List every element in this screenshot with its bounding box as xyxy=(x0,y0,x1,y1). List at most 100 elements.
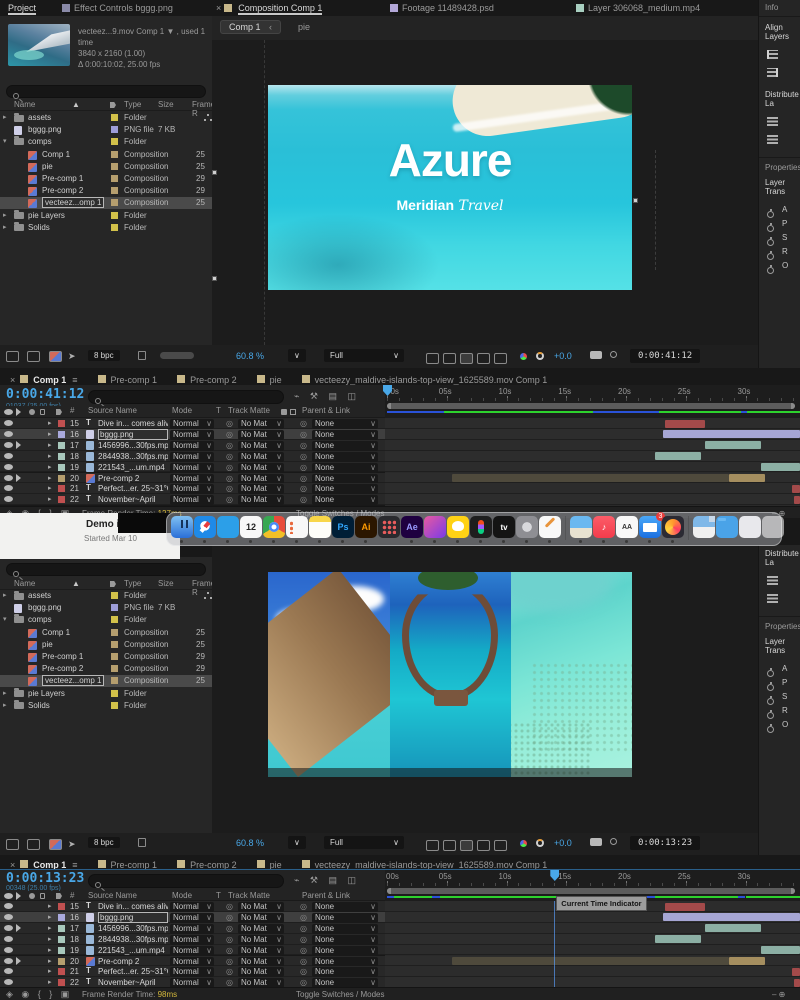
dock-app-finder[interactable] xyxy=(171,516,193,538)
matte-toggle2-icon[interactable] xyxy=(290,409,296,415)
layer-duration-bar[interactable] xyxy=(665,903,704,911)
parent-link-dropdown[interactable]: None∨ xyxy=(312,957,378,967)
properties-panel-tab[interactable]: Properties: xyxy=(759,158,800,172)
layer-row[interactable]: ▸22TNovember~AprilNormal∨◎No Mat∨◎None∨ xyxy=(0,977,385,987)
label-color-chip[interactable] xyxy=(58,496,65,503)
new-folder-icon[interactable] xyxy=(27,351,40,362)
layer-duration-bar[interactable] xyxy=(663,430,800,438)
timeline-search-input[interactable] xyxy=(88,874,284,888)
layer-duration-bar[interactable] xyxy=(729,474,765,482)
col-track-matte[interactable]: Track Matte xyxy=(228,891,270,900)
new-composition-icon[interactable] xyxy=(49,351,62,362)
work-area-bar[interactable] xyxy=(387,403,795,409)
track-matte-dropdown[interactable]: No Mat∨ xyxy=(238,902,284,912)
label-column-icon[interactable] xyxy=(110,102,116,108)
layer-duration-bar[interactable] xyxy=(761,946,800,954)
project-row[interactable]: Pre-comp 1Composition29 xyxy=(0,651,212,663)
eye-icon[interactable] xyxy=(4,936,13,942)
current-timecode[interactable]: 0:00:41:12 xyxy=(6,387,84,402)
label-color-chip[interactable] xyxy=(111,604,118,611)
eye-column-icon[interactable] xyxy=(4,409,13,415)
color-management-icon[interactable] xyxy=(536,352,544,360)
layer-duration-bar[interactable] xyxy=(705,441,761,449)
mode-dropdown[interactable]: Normal∨ xyxy=(170,946,214,956)
zoom-slider[interactable]: – ⊕ xyxy=(772,990,785,999)
parent-pickwhip-icon[interactable]: ◎ xyxy=(300,495,307,504)
stopwatch-icon[interactable] xyxy=(767,239,774,246)
twirl-icon[interactable]: ▸ xyxy=(3,701,7,709)
layer-row[interactable]: ▸22TNovember~AprilNormal∨◎No Mat∨◎None∨ xyxy=(0,494,385,505)
twirl-icon[interactable]: ▸ xyxy=(48,495,52,503)
parent-pickwhip-icon[interactable]: ◎ xyxy=(300,967,307,976)
selection-handle[interactable] xyxy=(633,198,638,203)
layer-row[interactable]: ▸16bggg.pngNormal∨◎No Mat∨◎None∨ xyxy=(0,912,385,923)
color-management-icon[interactable] xyxy=(536,839,544,847)
mode-dropdown[interactable]: Normal∨ xyxy=(170,935,214,945)
dock-app-photoshop[interactable]: Ps xyxy=(332,516,354,538)
exposure-value[interactable]: +0.0 xyxy=(554,838,572,848)
parent-link-dropdown[interactable]: None∨ xyxy=(312,902,378,912)
viewer-timecode[interactable]: 0:00:13:23 xyxy=(630,836,700,850)
col-source-name[interactable]: Source Name xyxy=(88,891,137,900)
trash-icon[interactable] xyxy=(138,351,146,360)
dock-app-cyberduck[interactable] xyxy=(447,516,469,538)
layer-duration-bar[interactable] xyxy=(792,485,800,493)
mode-dropdown[interactable]: Normal∨ xyxy=(170,441,214,451)
audio-column-icon[interactable] xyxy=(16,408,25,416)
label-color-chip[interactable] xyxy=(111,175,118,182)
parent-pickwhip-icon[interactable]: ◎ xyxy=(226,902,233,911)
audio-column-icon[interactable] xyxy=(16,892,25,900)
layer-row[interactable]: ▸182844938...30fps.mp4Normal∨◎No Mat∨◎No… xyxy=(0,934,385,945)
parent-pickwhip-icon[interactable]: ◎ xyxy=(226,463,233,472)
panel-scrollbar[interactable] xyxy=(160,352,194,359)
parent-link-dropdown[interactable]: None∨ xyxy=(312,430,378,440)
layer-duration-bar[interactable] xyxy=(794,496,800,504)
new-composition-icon[interactable] xyxy=(49,839,62,850)
show-snapshot-icon[interactable] xyxy=(610,838,617,845)
eye-icon[interactable] xyxy=(4,431,13,437)
layer-row[interactable]: ▸171456996...30fps.mp4Normal∨◎No Mat∨◎No… xyxy=(0,440,385,451)
dock-app-mail[interactable]: 3 xyxy=(639,516,661,538)
timeline-search-input[interactable] xyxy=(88,390,284,404)
timeline-view-icons[interactable]: ⌁ ⚒ ▤ ◫ xyxy=(294,875,360,886)
tab-project[interactable]: Project xyxy=(8,3,36,13)
twirl-icon[interactable]: ▸ xyxy=(48,484,52,492)
track-matte-dropdown[interactable]: No Mat∨ xyxy=(238,495,284,505)
label-column-icon[interactable] xyxy=(56,893,62,899)
layer-duration-bar[interactable] xyxy=(792,968,800,976)
resolution-dropdown[interactable]: Full∨ xyxy=(324,836,404,849)
parent-link-dropdown[interactable]: None∨ xyxy=(312,484,378,494)
align-center-icon[interactable] xyxy=(767,68,778,77)
col-parent-link[interactable]: Parent & Link xyxy=(302,406,350,415)
layer-duration-bar[interactable] xyxy=(794,979,800,987)
dock-app-notes[interactable] xyxy=(309,516,331,538)
layer-duration-bar[interactable] xyxy=(452,474,729,482)
twirl-icon[interactable]: ▸ xyxy=(3,689,7,697)
layer-row[interactable]: ▸15TDive in... comes alive.Normal∨◎No Ma… xyxy=(0,418,385,429)
eye-icon[interactable] xyxy=(4,453,13,459)
parent-pickwhip-icon[interactable]: ◎ xyxy=(226,419,233,428)
parent-pickwhip-icon[interactable]: ◎ xyxy=(226,924,233,933)
twirl-icon[interactable]: ▸ xyxy=(48,430,52,438)
track-matte-dropdown[interactable]: No Mat∨ xyxy=(238,484,284,494)
mode-dropdown[interactable]: Normal∨ xyxy=(170,902,214,912)
col-parent-link[interactable]: Parent & Link xyxy=(302,891,350,900)
twirl-icon[interactable]: ▸ xyxy=(48,441,52,449)
track-matte-dropdown[interactable]: No Mat∨ xyxy=(238,452,284,462)
project-row[interactable]: bggg.pngPNG file7 KB xyxy=(0,602,212,614)
twirl-icon[interactable]: ▸ xyxy=(48,957,52,965)
eye-icon[interactable] xyxy=(4,485,13,491)
show-snapshot-icon[interactable] xyxy=(610,351,617,358)
project-search-input[interactable] xyxy=(6,85,206,98)
audio-icon[interactable] xyxy=(16,924,25,932)
composition-viewport-bottom[interactable] xyxy=(212,545,758,833)
label-color-chip[interactable] xyxy=(111,677,118,684)
col-mode[interactable]: Mode xyxy=(172,891,192,900)
label-color-chip[interactable] xyxy=(111,199,118,206)
label-color-chip[interactable] xyxy=(111,653,118,660)
col-type[interactable]: Type xyxy=(124,100,141,109)
label-color-chip[interactable] xyxy=(111,126,118,133)
eye-icon[interactable] xyxy=(4,925,13,931)
track-matte-dropdown[interactable]: No Mat∨ xyxy=(238,419,284,429)
rulers-icon[interactable] xyxy=(494,353,507,364)
